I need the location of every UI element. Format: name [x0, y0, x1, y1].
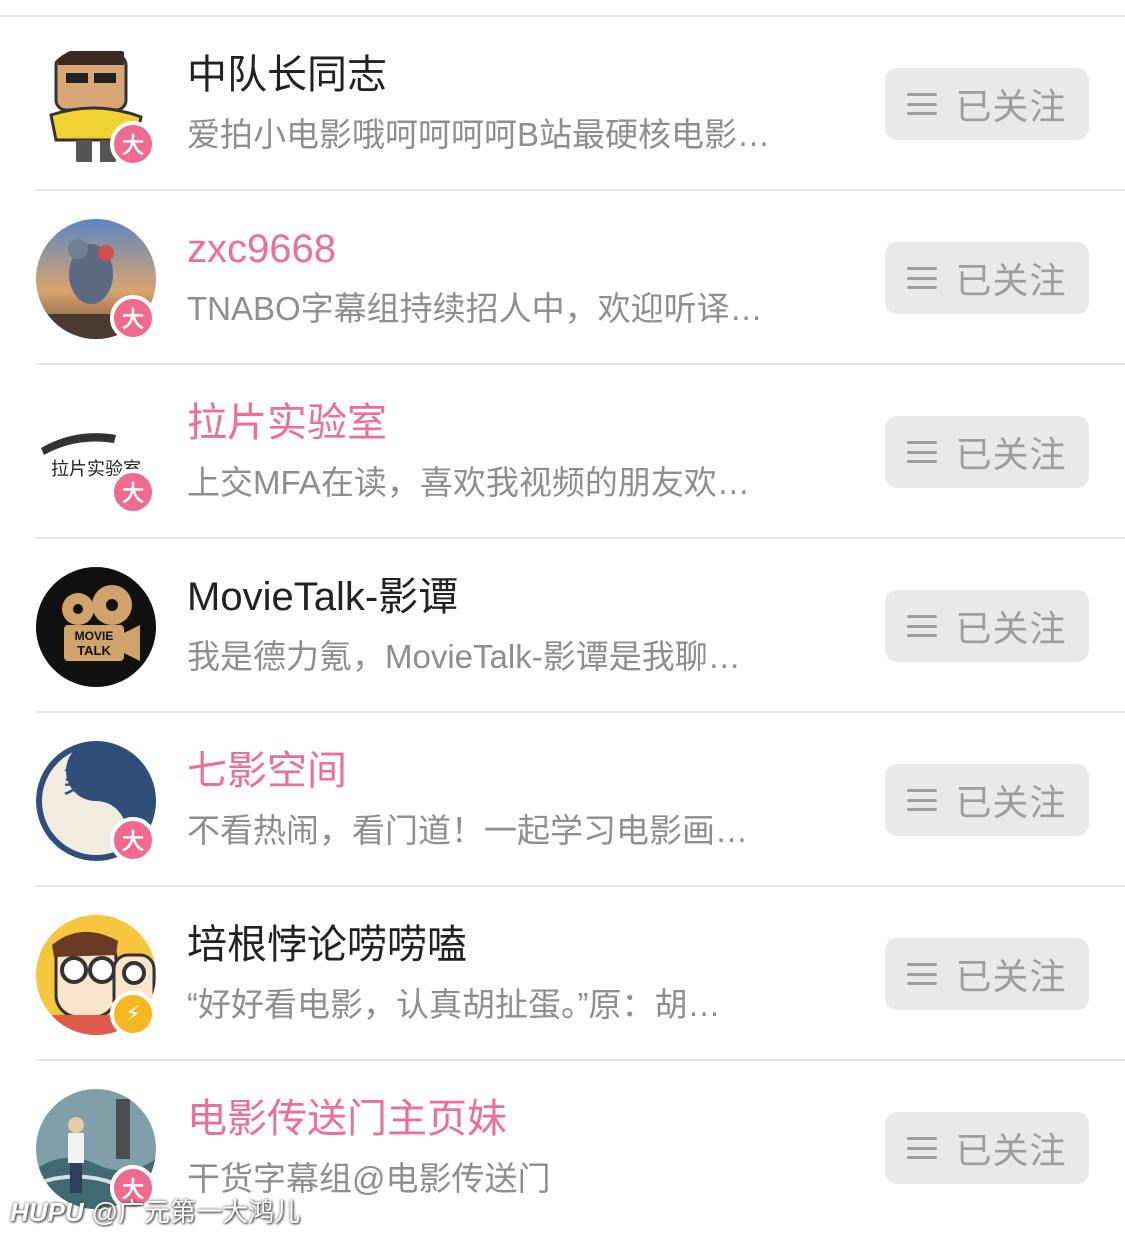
user-name[interactable]: 七影空间 [187, 747, 347, 795]
film-reel-logo-avatar[interactable]: MOVIE TALK [36, 567, 156, 687]
followed-button[interactable]: 已关注 [885, 764, 1089, 836]
user-name[interactable]: 中队长同志 [187, 51, 387, 99]
followed-button[interactable]: 已关注 [885, 242, 1089, 314]
vip-badge-icon: 大 [110, 121, 156, 167]
follow-list: 大 中队长同志 爱拍小电影哦呵呵呵呵B站最硬核电影… 已关注 大 zxc9668… [0, 17, 1125, 1233]
user-description: 爱拍小电影哦呵呵呵呵B站最硬核电影… [187, 116, 771, 153]
menu-icon [907, 441, 938, 463]
lightning-badge-icon: ⚡ [110, 991, 156, 1037]
user-description: 上交MFA在读，喜欢我视频的朋友欢… [187, 464, 750, 501]
menu-icon [907, 267, 938, 289]
user-name[interactable]: zxc9668 [187, 225, 336, 273]
vip-badge-icon: 大 [110, 295, 156, 341]
followed-label: 已关注 [955, 1130, 1067, 1171]
menu-icon [907, 963, 938, 985]
followed-button[interactable]: 已关注 [885, 938, 1089, 1010]
user-description: 不看热闹，看门道！一起学习电影画… [187, 812, 748, 849]
followed-label: 已关注 [955, 782, 1067, 823]
followed-label: 已关注 [955, 956, 1067, 997]
user-name[interactable]: 拉片实验室 [187, 399, 387, 447]
menu-icon [907, 93, 938, 115]
list-item[interactable]: 大 中队长同志 爱拍小电影哦呵呵呵呵B站最硬核电影… 已关注 [36, 17, 1125, 191]
watermark: HUPU @广元第一大鸿儿 [10, 1192, 300, 1229]
followed-button[interactable]: 已关注 [885, 416, 1089, 488]
followed-label: 已关注 [955, 608, 1067, 649]
followed-button[interactable]: 已关注 [885, 68, 1089, 140]
list-item[interactable]: MOVIE TALK MovieTalk-影谭 我是德力氪，MovieTalk-… [36, 539, 1125, 713]
menu-icon [907, 1137, 938, 1159]
user-description: TNABO字幕组持续招人中，欢迎听译… [187, 290, 763, 327]
avatar-logo-text: TALK [77, 643, 111, 658]
followed-label: 已关注 [955, 434, 1067, 475]
list-item[interactable]: 拉片实验室 大 拉片实验室 上交MFA在读，喜欢我视频的朋友欢… 已关注 [36, 365, 1125, 539]
avatar-logo-text: 柒 [63, 762, 97, 802]
followed-button[interactable]: 已关注 [885, 1112, 1089, 1184]
menu-icon [907, 789, 938, 811]
vip-badge-icon: 大 [110, 469, 156, 515]
user-name[interactable]: 电影传送门主页妹 [187, 1095, 507, 1143]
avatar-logo-text: MOVIE [75, 629, 114, 643]
user-name[interactable]: 培根悖论唠唠嗑 [187, 921, 467, 969]
user-description: 我是德力氪，MovieTalk-影谭是我聊… [187, 638, 741, 675]
watermark-brand: HUPU [10, 1197, 84, 1227]
followed-label: 已关注 [955, 86, 1067, 127]
vip-badge-icon: 大 [110, 817, 156, 863]
followed-label: 已关注 [955, 260, 1067, 301]
user-description: “好好看电影，认真胡扯蛋。”原：胡… [187, 986, 721, 1023]
user-name[interactable]: MovieTalk-影谭 [187, 573, 458, 621]
watermark-text: @广元第一大鸿儿 [91, 1197, 301, 1227]
list-item[interactable]: 柒 影 大 七影空间 不看热闹，看门道！一起学习电影画… 已关注 [36, 713, 1125, 887]
avatar-logo-text: 影 [79, 808, 113, 848]
menu-icon [907, 615, 938, 637]
list-item[interactable]: 大 zxc9668 TNABO字幕组持续招人中，欢迎听译… 已关注 [36, 191, 1125, 365]
followed-button[interactable]: 已关注 [885, 590, 1089, 662]
list-item[interactable]: ⚡ 培根悖论唠唠嗑 “好好看电影，认真胡扯蛋。”原：胡… 已关注 [36, 887, 1125, 1061]
